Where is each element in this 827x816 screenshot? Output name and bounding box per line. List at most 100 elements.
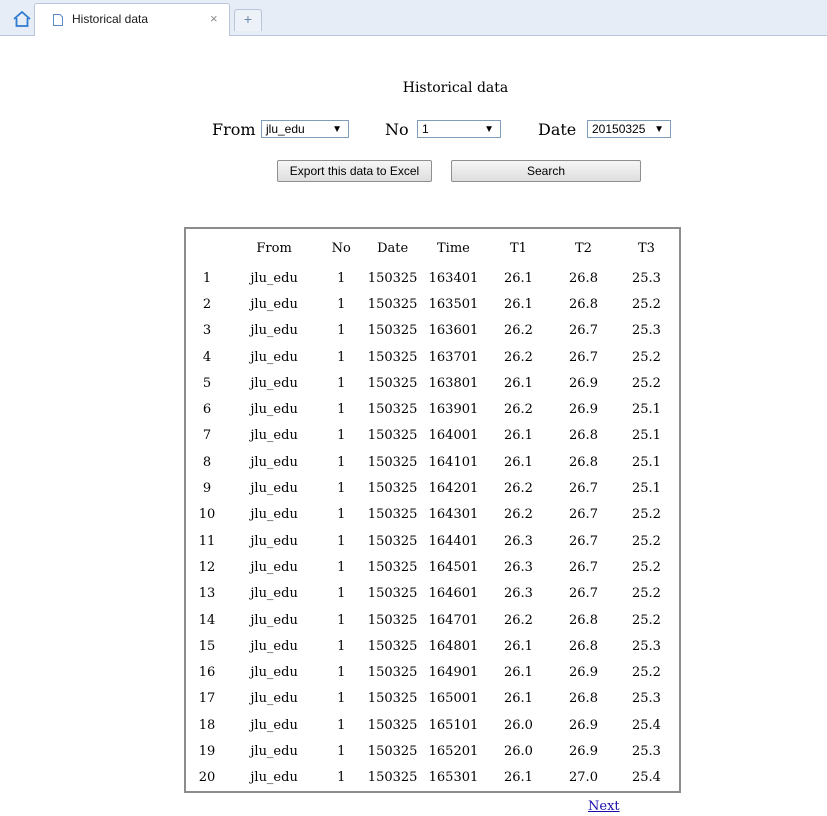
table-cell: 164701 (428, 612, 479, 628)
table-cell: jlu_edu (250, 481, 298, 497)
table-cell: jlu_edu (250, 375, 298, 391)
table-cell: 1 (337, 402, 346, 418)
table-row: 1 jlu_edu 1 150325 163401 26.1 26.8 25.3 (186, 265, 679, 291)
table-cell: jlu_edu (250, 296, 298, 312)
table-cell: 26.2 (503, 323, 533, 339)
table-row: 19 jlu_edu 1 150325 165201 26.0 26.9 25.3 (186, 738, 679, 764)
table-cell: 16 (198, 665, 216, 681)
table-cell: jlu_edu (250, 270, 298, 286)
table-cell: 26.8 (569, 638, 598, 654)
home-icon[interactable] (13, 11, 31, 27)
table-cell: 1 (337, 638, 346, 654)
table-cell: 150325 (367, 770, 418, 786)
table-cell: 1 (202, 270, 212, 286)
table-cell: 26.7 (569, 481, 598, 497)
table-cell: 150325 (367, 691, 418, 707)
table-cell: 150325 (367, 270, 418, 286)
table-cell: 25.1 (631, 454, 661, 470)
table-cell: 1 (337, 296, 346, 312)
table-cell: 150325 (367, 717, 418, 733)
from-select[interactable]: jlu_edu ▼ (261, 120, 349, 138)
next-page-link[interactable]: Next (588, 799, 620, 814)
table-cell: jlu_edu (250, 665, 298, 681)
table-cell: 164201 (428, 481, 479, 497)
table-row: 5 jlu_edu 1 150325 163801 26.1 26.9 25.2 (186, 370, 679, 396)
table-row: 9 jlu_edu 1 150325 164201 26.2 26.7 25.1 (186, 475, 679, 501)
chevron-down-icon: ▼ (484, 124, 494, 135)
table-row: 10 jlu_edu 1 150325 164301 26.2 26.7 25.2 (186, 502, 679, 528)
table-cell: 1 (337, 743, 346, 759)
column-header: Date (377, 240, 409, 256)
table-cell: 26.8 (569, 691, 598, 707)
table-row: 16 jlu_edu 1 150325 164901 26.1 26.9 25.2 (186, 659, 679, 685)
table-cell: 150325 (367, 428, 418, 444)
table-cell: 11 (198, 533, 216, 549)
table-cell: 25.3 (631, 691, 661, 707)
table-cell: jlu_edu (250, 691, 298, 707)
table-cell: 26.9 (569, 717, 598, 733)
table-row: 8 jlu_edu 1 150325 164101 26.1 26.8 25.1 (186, 449, 679, 475)
table-cell: jlu_edu (250, 454, 298, 470)
table-cell: 150325 (367, 533, 418, 549)
table-row: 12 jlu_edu 1 150325 164501 26.3 26.7 25.2 (186, 554, 679, 580)
table-row: 14 jlu_edu 1 150325 164701 26.2 26.8 25.2 (186, 607, 679, 633)
table-cell: 26.8 (569, 454, 598, 470)
table-cell: 25.2 (631, 507, 661, 523)
no-select[interactable]: 1 ▼ (417, 120, 501, 138)
table-cell: 150325 (367, 402, 418, 418)
chevron-down-icon: ▼ (654, 124, 664, 135)
table-cell: 8 (202, 454, 212, 470)
table-row: 15 jlu_edu 1 150325 164801 26.1 26.8 25.3 (186, 633, 679, 659)
table-cell: 25.2 (631, 586, 661, 602)
table-cell: jlu_edu (250, 507, 298, 523)
table-cell: 15 (198, 638, 216, 654)
table-cell: 25.4 (631, 770, 661, 786)
table-cell: 26.1 (503, 691, 533, 707)
tab-close-button[interactable]: × (210, 11, 218, 26)
export-excel-button[interactable]: Export this data to Excel (277, 160, 432, 182)
table-cell: 164501 (428, 559, 479, 575)
table-cell: 165301 (428, 770, 479, 786)
table-cell: 164301 (428, 507, 479, 523)
table-row: 7 jlu_edu 1 150325 164001 26.1 26.8 25.1 (186, 423, 679, 449)
column-header: T2 (575, 240, 592, 256)
column-header: From (256, 240, 292, 256)
from-select-value: jlu_edu (266, 122, 305, 136)
search-button[interactable]: Search (451, 160, 641, 182)
table-cell: 14 (198, 612, 216, 628)
table-cell: jlu_edu (250, 323, 298, 339)
table-cell: 150325 (367, 638, 418, 654)
table-cell: 26.3 (503, 586, 533, 602)
table-cell: 26.2 (503, 507, 533, 523)
new-tab-button[interactable]: + (234, 9, 262, 31)
table-cell: 150325 (367, 375, 418, 391)
table-cell: 150325 (367, 559, 418, 575)
table-cell: 163501 (428, 296, 479, 312)
table-cell: 163401 (428, 270, 479, 286)
table-cell: 26.2 (503, 349, 533, 365)
table-cell: 26.1 (503, 638, 533, 654)
table-cell: 150325 (367, 481, 418, 497)
no-label: No (385, 120, 409, 139)
table-cell: 20 (198, 770, 216, 786)
no-select-value: 1 (422, 122, 429, 136)
table-cell: 26.9 (569, 402, 598, 418)
table-cell: 26.7 (569, 586, 598, 602)
table-cell: 165201 (428, 743, 479, 759)
table-cell: 26.7 (569, 323, 598, 339)
table-cell: 26.1 (503, 665, 533, 681)
table-cell: 26.1 (503, 270, 533, 286)
table-cell: 26.8 (569, 612, 598, 628)
table-cell: 25.2 (631, 559, 661, 575)
date-select[interactable]: 20150325 ▼ (587, 120, 671, 138)
page-icon (53, 14, 63, 26)
table-cell: jlu_edu (250, 770, 298, 786)
table-cell: 163801 (428, 375, 479, 391)
table-cell: 164801 (428, 638, 479, 654)
table-row: 2 jlu_edu 1 150325 163501 26.1 26.8 25.2 (186, 291, 679, 317)
table-cell: 165101 (428, 717, 479, 733)
browser-tab[interactable]: Historical data × (34, 3, 230, 36)
table-cell: 26.9 (569, 665, 598, 681)
date-label: Date (538, 120, 577, 139)
table-cell: 1 (337, 270, 346, 286)
